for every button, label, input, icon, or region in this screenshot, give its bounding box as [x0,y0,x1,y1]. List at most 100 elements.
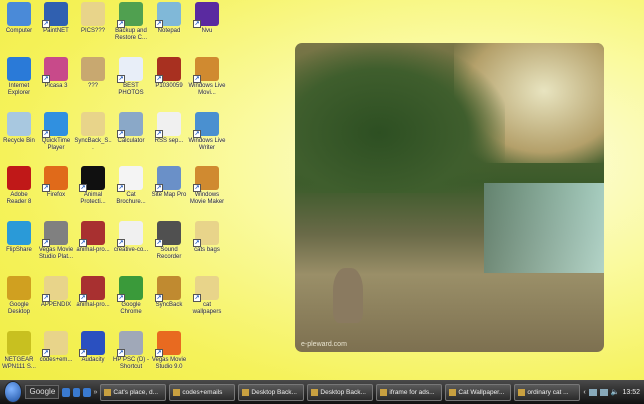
desktop-icon-label: Vegas Movie Studio 9.0 [151,357,187,370]
quicklaunch-switch-icon[interactable] [83,387,91,397]
desktop-icon[interactable]: FlipShare [0,221,38,254]
desktop-icon-label: Recycle Bin [3,138,35,144]
desktop-icon[interactable]: ↗ P1030059 [150,57,188,90]
desktop-icon[interactable]: ↗ Sound Recorder [150,221,188,261]
desktop-icon[interactable]: ↗ BEST PHOTOS [112,57,150,97]
shortcut-arrow-icon: ↗ [193,184,201,192]
shortcut-arrow-icon: ↗ [42,184,50,192]
tray-volume-icon[interactable]: 🔈 [611,388,620,396]
desktop-icon[interactable]: ↗ Animal Protecti... [74,166,112,206]
desktop-icon[interactable]: PICS??? [74,2,112,35]
shortcut-arrow-icon: ↗ [193,20,201,28]
desktop-icon-label: codes+em... [39,357,73,363]
taskbar-button[interactable]: Cat's place, d... [100,383,167,401]
desktop-icon[interactable]: ↗ Cat Brochure... [112,166,150,206]
desktop-icon[interactable]: ↗ Google Chrome [112,276,150,316]
desktop-icon[interactable]: ↗ Windows Live Writer [188,112,226,152]
shortcut-arrow-icon: ↗ [79,294,87,302]
quicklaunch-chevron-icon[interactable]: » [94,389,98,396]
shortcut-arrow-icon: ↗ [117,184,125,192]
desktop-icon[interactable]: ↗ Windows Live Movi... [188,57,226,97]
tray-app-icon[interactable] [588,388,597,396]
desktop-icon[interactable]: ↗ creative-co... [112,221,150,254]
desktop-icon-label: PaintNET [43,28,69,34]
desktop-icon[interactable]: ↗ HP PSC (D) - Shortcut [112,331,150,371]
desktop-icon-image [81,57,105,81]
taskbar-button[interactable]: Desktop Back... [307,383,374,401]
desktop-icon-image: ↗ [193,112,219,138]
desktop-icon-image: ↗ [155,57,181,83]
shortcut-arrow-icon: ↗ [155,239,163,247]
tray-network-icon[interactable] [599,388,608,396]
taskbar-button[interactable]: codes+emails [169,383,236,401]
desktop-icon[interactable]: SyncBack_S... [74,112,112,152]
taskbar-button[interactable]: Desktop Back... [238,383,305,401]
desktop-icon-image [7,166,31,190]
desktop-icon[interactable]: ↗ Vegas Movie Studio Plat... [37,221,75,261]
shortcut-arrow-icon: ↗ [42,349,50,357]
desktop-icon[interactable]: ↗ Site Map Pro [150,166,188,199]
desktop-icon[interactable]: Google Desktop [0,276,38,316]
desktop-icon[interactable]: ↗ animal-pro... [74,276,112,309]
desktop-icon-image: ↗ [155,166,181,192]
desktop-icon[interactable]: ↗ Audacity [74,331,112,364]
desktop-icon[interactable]: NETGEAR WPN111 S... [0,331,38,371]
desktop-icon-label: NETGEAR WPN111 S... [2,357,36,370]
desktop-icon-label: Backup and Restore C... [114,28,147,41]
shortcut-arrow-icon: ↗ [117,20,125,28]
taskbar-button[interactable]: Cat Wallpaper... [445,383,512,401]
desktop-icon[interactable]: ↗ Nvu [188,2,226,35]
desktop-icon[interactable]: ??? [74,57,112,90]
photo-cat [333,268,363,323]
desktop-icon-label: Calculator [117,138,145,144]
desktop-icon[interactable]: ↗ Notepad [150,2,188,35]
quicklaunch-desktop-icon[interactable] [72,387,81,397]
desktop-icon[interactable]: Computer [0,2,38,35]
desktop-icon-label: Nvu [201,28,213,34]
desktop-icon[interactable]: ↗ RSS sep... [150,112,188,145]
task-label: Cat's place, d... [113,388,159,396]
desktop-icon[interactable]: ↗ Calculator [112,112,150,145]
desktop-icon-image: ↗ [117,221,143,247]
shortcut-arrow-icon: ↗ [42,20,50,28]
desktop-icon[interactable]: ↗ APPENDIX [37,276,75,309]
desktop-icon[interactable]: ↗ Picasa 3 [37,57,75,90]
desktop-icon-label: Cat Brochure... [116,192,146,205]
desktop-icon-label: Internet Explorer [7,83,31,96]
desktop-icon[interactable]: ↗ codes+em... [37,331,75,364]
desktop-icon-image: ↗ [117,166,143,192]
desktop-icon-image: ↗ [193,166,219,192]
desktop-icon[interactable]: ↗ SyncBack [150,276,188,309]
desktop-icon[interactable]: Recycle Bin [0,112,38,145]
shortcut-arrow-icon: ↗ [193,239,201,247]
desktop-icon-image: ↗ [42,221,68,247]
desktop-icon-image: ↗ [117,2,143,28]
desktop-icon[interactable]: ↗ animal-pro... [74,221,112,254]
desktop-icon[interactable]: ↗ cat wallpapers [188,276,226,316]
desktop-icon[interactable]: Adobe Reader 8 [0,166,38,206]
task-app-icon [311,388,319,396]
google-search-box[interactable]: Google [25,385,60,399]
desktop-icon-image: ↗ [79,221,105,247]
start-button[interactable] [4,381,23,403]
tray-left-arrow-icon[interactable]: ‹ [583,389,585,396]
task-app-icon [380,388,388,396]
desktop-icon-label: PICS??? [80,28,105,34]
desktop-icon[interactable]: ↗ PaintNET [37,2,75,35]
desktop-icon[interactable]: ↗ QuickTime Player [37,112,75,152]
desktop-icon[interactable]: ↗ cats bags [188,221,226,254]
quicklaunch-ie-icon[interactable] [62,387,70,397]
taskbar-button[interactable]: ordinary cat ... [514,383,581,401]
shortcut-arrow-icon: ↗ [117,349,125,357]
shortcut-arrow-icon: ↗ [79,239,87,247]
desktop-icon[interactable]: ↗ Backup and Restore C... [112,2,150,42]
clock[interactable]: 13:52 [622,389,640,396]
desktop-icon[interactable]: Internet Explorer [0,57,38,97]
desktop-icon-label: Site Map Pro [151,192,187,198]
desktop-icon[interactable]: ↗ Firefox [37,166,75,199]
desktop-icon[interactable]: ↗ Vegas Movie Studio 9.0 [150,331,188,371]
desktop-icon-image: ↗ [117,276,143,302]
desktop-icon[interactable]: ↗ Windows Movie Maker [188,166,226,206]
desktop-icon-label: Windows Movie Maker [189,192,225,205]
taskbar-button[interactable]: iframe for ads... [376,383,443,401]
